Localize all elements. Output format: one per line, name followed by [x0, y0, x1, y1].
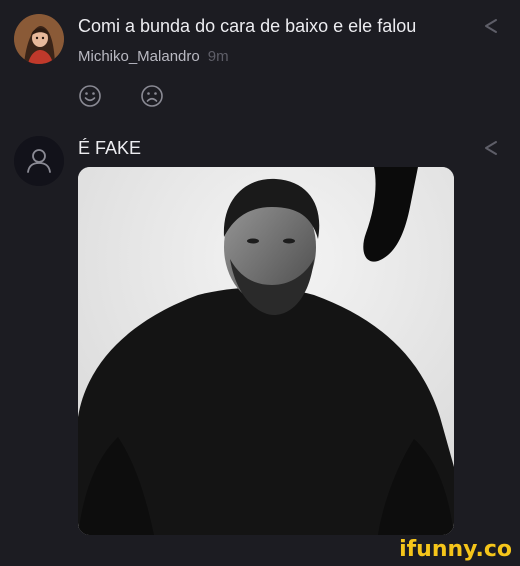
- share-icon[interactable]: [482, 139, 500, 157]
- share-icon[interactable]: [482, 17, 500, 35]
- comment: É FAKE: [0, 120, 520, 550]
- comment-meta: Michiko_Malandro 9m: [78, 47, 229, 67]
- ifunny-watermark: ifunny.co: [399, 537, 512, 562]
- avatar[interactable]: [14, 14, 64, 64]
- username[interactable]: Michiko_Malandro: [78, 48, 200, 65]
- avatar-image: [14, 14, 64, 64]
- comment: Comi a bunda do cara de baixo e ele falo…: [0, 0, 520, 110]
- comment-text: Comi a bunda do cara de baixo e ele falo…: [78, 16, 417, 36]
- comment-text: É FAKE: [78, 138, 142, 158]
- timestamp: 9m: [207, 48, 229, 65]
- smile-icon[interactable]: [78, 84, 102, 108]
- frown-icon[interactable]: [140, 84, 164, 108]
- comment-image[interactable]: [78, 167, 454, 535]
- default-user-icon[interactable]: [14, 136, 64, 186]
- man-photo: [78, 167, 454, 535]
